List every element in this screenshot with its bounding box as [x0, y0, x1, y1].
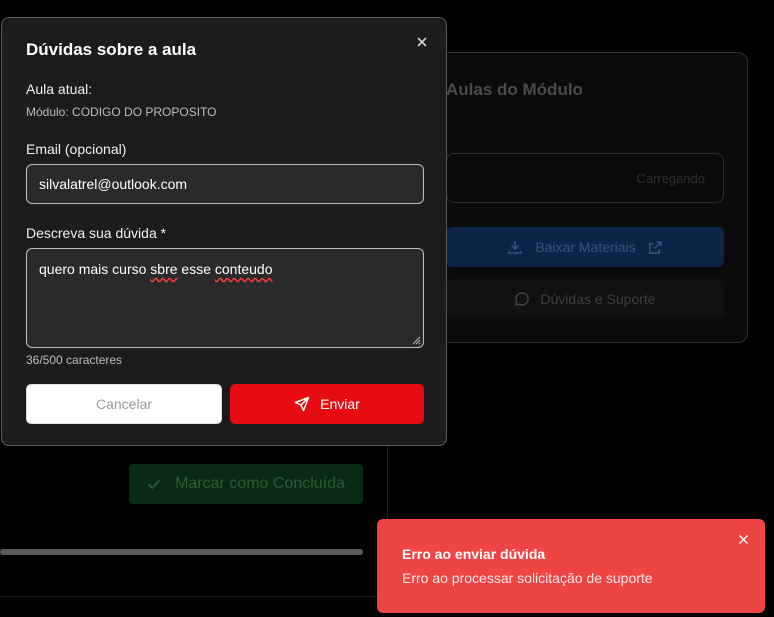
- mark-complete-button[interactable]: Marcar como Concluída: [129, 464, 363, 504]
- download-icon: [508, 241, 523, 254]
- lesson-progress-fill: [0, 549, 363, 555]
- toast-title: Erro ao enviar dúvida: [402, 546, 546, 562]
- module-name: Módulo: CODIGO DO PROPOSITO: [26, 105, 217, 119]
- current-lesson-label: Aula atual:: [26, 81, 93, 97]
- modal-title: Dúvidas sobre a aula: [26, 40, 197, 59]
- external-link-icon: [648, 240, 662, 254]
- questions-modal: Dúvidas sobre a aula Aula atual: Módulo:…: [1, 17, 447, 446]
- close-icon[interactable]: [738, 534, 749, 545]
- close-icon[interactable]: [415, 35, 429, 49]
- question-word-misspelled: conteudo: [214, 261, 273, 277]
- question-word: mais: [78, 261, 109, 277]
- question-word-misspelled: sbre: [150, 261, 178, 277]
- support-label: Dúvidas e Suporte: [540, 291, 656, 307]
- question-word: esse: [181, 261, 211, 277]
- module-lessons-title: Aulas do Módulo: [446, 80, 583, 99]
- resize-grip-icon[interactable]: [411, 335, 421, 345]
- question-label: Descreva sua dúvida *: [26, 225, 167, 241]
- email-field[interactable]: silvalatrel@outlook.com: [26, 164, 424, 204]
- support-button[interactable]: Dúvidas e Suporte: [446, 279, 724, 319]
- lesson-select-text: Carregando: [636, 171, 705, 186]
- send-label: Enviar: [320, 396, 360, 412]
- download-materials-button[interactable]: Baixar Materiais: [446, 227, 724, 267]
- lesson-select[interactable]: Carregando: [446, 153, 724, 203]
- lesson-progress-bar: [0, 549, 363, 555]
- email-label: Email (opcional): [26, 141, 127, 157]
- check-icon: [148, 479, 160, 490]
- send-icon: [294, 396, 310, 412]
- divider: [0, 596, 387, 597]
- question-word: quero: [39, 261, 75, 277]
- toast-message: Erro ao processar solicitação de suporte: [402, 570, 653, 586]
- send-button[interactable]: Enviar: [230, 384, 424, 424]
- chat-bubble-icon: [515, 292, 530, 307]
- cancel-button[interactable]: Cancelar: [26, 384, 222, 424]
- mark-complete-label: Marcar como Concluída: [175, 475, 345, 492]
- char-counter: 36/500 caracteres: [26, 353, 123, 367]
- error-toast: Erro ao enviar dúvida Erro ao processar …: [377, 519, 765, 613]
- question-word: curso: [112, 261, 147, 277]
- download-materials-label: Baixar Materiais: [535, 239, 636, 255]
- question-textarea[interactable]: quero mais curso sbre esse conteudo: [26, 248, 424, 348]
